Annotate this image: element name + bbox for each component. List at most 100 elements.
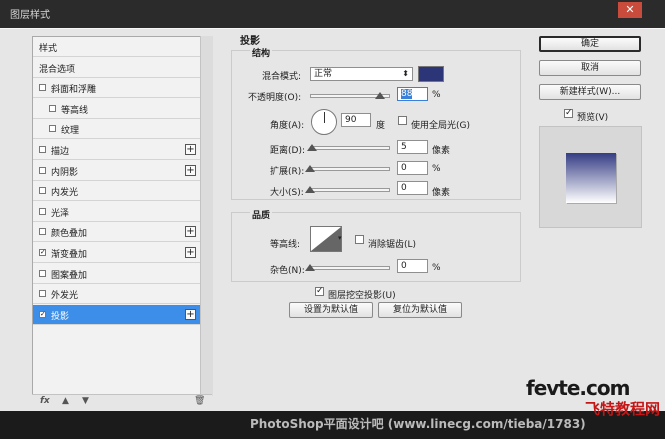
knockout-checkbox[interactable]: ✓ (315, 287, 324, 296)
style-item-checkbox[interactable]: ✓ (39, 249, 46, 256)
add-effect-icon[interactable]: + (185, 164, 196, 176)
style-item[interactable]: 内阴影 + (33, 161, 201, 181)
style-item-checkbox[interactable] (39, 269, 46, 277)
shadow-color-swatch[interactable] (418, 66, 444, 82)
noise-slider-thumb[interactable] (305, 264, 315, 271)
styles-list: 样式 混合选项 斜面和浮雕 等高线 纹理 描边 + 内阴影 + 内发光 光泽 颜色叠加 + ✓ 渐变叠加 + 图… (32, 36, 204, 411)
styles-list-scrollbar[interactable] (200, 36, 213, 396)
cancel-button[interactable]: 取消 (539, 60, 641, 76)
add-effect-icon[interactable]: + (185, 308, 196, 320)
style-item-label: 投影 (51, 311, 70, 322)
style-item-checkbox[interactable] (39, 146, 46, 153)
footer-bar: PhotoShop平面设计吧 (www.linecg.com/tieba/178… (0, 411, 665, 439)
distance-slider[interactable] (310, 146, 390, 150)
angle-unit: 度 (376, 121, 386, 131)
size-input[interactable]: 0 (397, 181, 428, 195)
distance-slider-thumb[interactable] (306, 144, 317, 151)
angle-label: 角度(A): (270, 121, 305, 131)
ok-button[interactable]: 确定 (539, 36, 641, 52)
style-item[interactable]: 混合选项 (33, 58, 201, 78)
style-item-checkbox[interactable] (39, 166, 46, 174)
spread-slider[interactable] (310, 167, 390, 171)
distance-label: 距离(D): (270, 146, 305, 156)
style-item[interactable]: 颜色叠加 + (33, 222, 201, 243)
style-item[interactable]: 纹理 (33, 119, 201, 140)
global-light-checkbox[interactable] (398, 116, 407, 125)
spread-input[interactable]: 0 (397, 161, 428, 175)
size-unit: 像素 (432, 188, 451, 198)
style-item-label: 描边 (51, 147, 70, 157)
size-slider[interactable] (310, 188, 390, 192)
trash-icon[interactable]: 🗑 (194, 396, 205, 406)
style-item[interactable]: ✓ 渐变叠加 + (33, 243, 201, 263)
set-default-button[interactable]: 设置为默认值 (289, 302, 373, 318)
antialias-label: 消除锯齿(L) (368, 240, 417, 250)
angle-indicator (324, 112, 325, 123)
noise-input[interactable]: 0 (397, 259, 428, 273)
style-item-checkbox[interactable] (39, 228, 46, 236)
knockout-label: 图层挖空投影(U) (328, 291, 396, 301)
style-item-checkbox[interactable] (39, 290, 46, 298)
style-item-label: 纹理 (61, 126, 80, 137)
new-style-button[interactable]: 新建样式(W)... (539, 84, 641, 100)
style-item[interactable]: 描边 + (33, 140, 201, 160)
spread-unit: % (432, 164, 441, 174)
style-item-checkbox[interactable] (49, 104, 56, 112)
quality-title: 品质 (250, 208, 273, 221)
distance-input[interactable]: 5 (397, 140, 428, 154)
styles-list-toolbar: fx ▲ ▼ 🗑 (32, 394, 212, 411)
style-item-label: 等高线 (61, 105, 89, 116)
window-title: 图层样式 (10, 10, 50, 21)
size-slider-thumb[interactable] (305, 186, 315, 193)
style-item[interactable]: 样式 (33, 37, 201, 57)
preview-checkbox[interactable]: ✓ (564, 109, 573, 118)
noise-label: 杂色(N): (270, 266, 305, 276)
angle-input[interactable]: 90 (341, 113, 371, 127)
global-light-label: 使用全局光(G) (411, 121, 470, 131)
style-item[interactable]: 外发光 (33, 284, 201, 305)
style-item-checkbox[interactable] (39, 207, 46, 215)
style-item[interactable]: 图案叠加 (33, 264, 201, 284)
shadow-section-title: 投影 (240, 36, 260, 47)
contour-curve-icon (311, 227, 341, 251)
opacity-slider-thumb[interactable] (375, 92, 386, 99)
add-effect-icon[interactable]: + (185, 247, 196, 258)
close-button[interactable]: ✕ (618, 2, 642, 18)
move-down-icon[interactable]: ▼ (82, 396, 89, 406)
noise-unit: % (432, 263, 441, 273)
preview-area (539, 126, 642, 228)
site-watermark-cn: 飞特教程网 (585, 400, 661, 418)
contour-dropdown-icon[interactable]: ▾ (338, 234, 342, 242)
style-item[interactable]: ✓ 投影 + (33, 304, 201, 325)
opacity-value: 88 (401, 89, 413, 99)
style-item-checkbox[interactable] (49, 125, 56, 133)
style-item[interactable]: 斜面和浮雕 (33, 78, 201, 99)
blend-mode-select[interactable]: 正常 ⬍ (310, 67, 413, 81)
contour-label: 等高线: (270, 240, 301, 250)
move-up-icon[interactable]: ▲ (62, 396, 69, 406)
style-item[interactable]: 内发光 (33, 181, 201, 202)
reset-default-button[interactable]: 复位为默认值 (378, 302, 462, 318)
style-item-label: 内阴影 (51, 167, 79, 178)
style-item-checkbox[interactable] (39, 84, 46, 92)
style-item[interactable]: 光泽 (33, 202, 201, 222)
blend-mode-label: 混合模式: (262, 72, 302, 82)
antialias-checkbox[interactable] (355, 235, 364, 244)
noise-slider[interactable] (310, 266, 390, 270)
angle-dial[interactable] (311, 109, 337, 135)
add-effect-icon[interactable]: + (185, 226, 196, 238)
style-item-label: 图案叠加 (51, 270, 88, 281)
fx-icon[interactable]: fx (40, 396, 50, 406)
style-item-checkbox[interactable]: ✓ (39, 310, 46, 318)
style-item-label: 内发光 (51, 188, 79, 199)
size-label: 大小(S): (270, 188, 304, 198)
add-effect-icon[interactable]: + (185, 144, 196, 155)
footer-watermark: PhotoShop平面设计吧 (www.linecg.com/tieba/178… (250, 417, 586, 431)
style-item-label: 混合选项 (39, 64, 76, 75)
style-item-label: 颜色叠加 (51, 229, 88, 240)
structure-title: 结构 (250, 46, 273, 59)
style-item-checkbox[interactable] (39, 187, 46, 195)
spread-slider-thumb[interactable] (305, 165, 315, 172)
style-item[interactable]: 等高线 (33, 99, 201, 119)
opacity-input[interactable]: 88 (397, 87, 428, 101)
